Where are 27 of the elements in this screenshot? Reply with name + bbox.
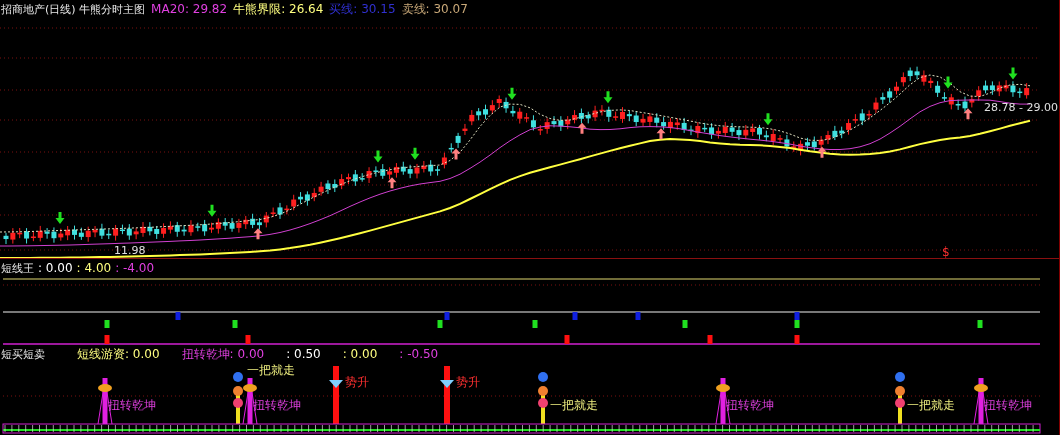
indicator-readout: : 0.00 [38, 261, 73, 275]
indicator-readout: 牛熊界限: 26.64 [233, 0, 324, 18]
panel-title: 短线王 [1, 260, 34, 276]
indicator-readout: : 0.00 [342, 347, 378, 361]
indicator-readout: 扭转乾坤: 0.00 [181, 345, 265, 363]
signal-label: 扭转乾坤 [108, 398, 156, 412]
indicator-readout: : -0.50 [399, 347, 439, 361]
chart-title: 招商地产(日线) 牛熊分时主图 [1, 1, 146, 17]
price-range-label: 28.78 - 29.00 [984, 101, 1058, 114]
indicator-readout: : -4.00 [115, 261, 155, 275]
signal-label: 扭转乾坤 [726, 398, 774, 412]
indicator-readout: 卖线: 30.07 [401, 0, 468, 18]
signal-label: 一把就走 [247, 363, 295, 377]
indicator-readout: MA20: 29.82 [151, 2, 228, 16]
signal-label: 势升 [456, 375, 480, 389]
signal-label: 一把就走 [907, 398, 955, 412]
signal-label: 势升 [345, 375, 369, 389]
signal-label: 一把就走 [550, 398, 598, 412]
indicator-readout: : 0.50 [286, 347, 321, 361]
indicator-readout: 买线: 30.15 [329, 0, 396, 18]
signal-label: 扭转乾坤 [984, 398, 1032, 412]
indicator-readout: : 4.00 [76, 261, 112, 275]
signal-label: 扭转乾坤 [253, 398, 301, 412]
low-price-label: 11.98 [114, 244, 146, 257]
dollar-marker: $ [942, 245, 950, 258]
indicator-readout: 短线游资: 0.00 [77, 345, 160, 363]
panel-title: 短买短卖 [1, 346, 45, 362]
